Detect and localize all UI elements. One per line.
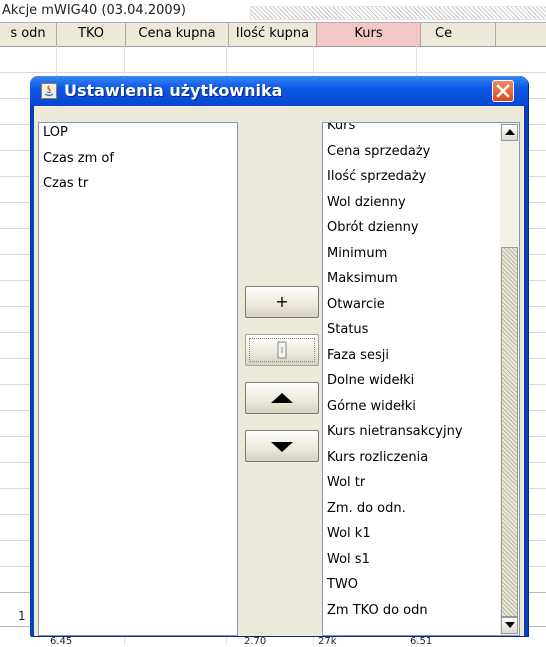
list-item[interactable]: Wol tr [323, 470, 500, 496]
list-item[interactable]: Dolne widełki [323, 368, 500, 394]
column-header-kurs[interactable]: Kurs [317, 23, 421, 46]
scroll-up-icon [505, 129, 515, 135]
cell-value: 2.70 [244, 636, 267, 647]
list-item[interactable]: LOP [39, 120, 237, 146]
close-button[interactable] [492, 80, 514, 102]
add-button[interactable]: + [245, 286, 319, 318]
background-window-title: Akcje mWIG40 (03.04.2009) [2, 3, 186, 18]
list-item[interactable]: Minimum [323, 241, 500, 267]
list-item[interactable]: Wol dzienny [323, 190, 500, 216]
dialog-title: Ustawienia użytkownika [64, 81, 283, 100]
row-number: 1 [18, 609, 26, 623]
column-header-tko[interactable]: TKO [57, 23, 126, 46]
scrollbar-thumb[interactable] [501, 247, 518, 617]
list-item[interactable]: Kurs rozliczenia [323, 445, 500, 471]
vertical-scrollbar[interactable] [500, 122, 520, 636]
cell-value: 6.51 [410, 636, 433, 647]
list-item[interactable]: Zm. do odn. [323, 496, 500, 522]
list-item[interactable]: Kurs [323, 123, 500, 139]
java-icon [41, 83, 57, 99]
list-item[interactable]: Cena sprzedaży [323, 139, 500, 165]
dialog-content: LOP Czas zm of Czas tr + Kurs Cena sprze… [34, 106, 524, 636]
list-item[interactable]: Wol s1 [323, 547, 500, 573]
background-window-titlebar: Akcje mWIG40 (03.04.2009) [0, 0, 546, 22]
move-down-button[interactable] [245, 430, 319, 462]
arrow-up-icon [271, 393, 293, 403]
close-icon [496, 84, 510, 98]
selected-columns-list[interactable]: LOP Czas zm of Czas tr [38, 122, 238, 636]
list-item[interactable]: Czas tr [39, 171, 237, 197]
move-up-button[interactable] [245, 382, 319, 414]
scroll-down-button[interactable] [501, 617, 518, 634]
table-row [0, 72, 546, 73]
cell-value: 27k [318, 636, 337, 647]
list-item[interactable]: TWO [323, 572, 500, 598]
user-settings-dialog: Ustawienia użytkownika LOP Czas zm of Cz… [30, 76, 528, 636]
scroll-up-button[interactable] [501, 124, 518, 141]
list-item[interactable]: Zm TKO do odn [323, 598, 500, 624]
list-item[interactable]: Obrót dzienny [323, 215, 500, 241]
list-item[interactable]: Maksimum [323, 266, 500, 292]
dialog-titlebar[interactable]: Ustawienia użytkownika [30, 76, 528, 106]
column-header-ce[interactable]: Ce [421, 23, 496, 46]
scroll-down-icon [505, 622, 515, 628]
titlebar-hatch [250, 6, 546, 20]
list-viewport: Kurs Cena sprzedaży Ilość sprzedaży Wol … [323, 123, 500, 624]
list-item[interactable]: Górne widełki [323, 394, 500, 420]
list-item[interactable]: Kurs nietransakcyjny [323, 419, 500, 445]
cell-value: 6.45 [50, 636, 73, 647]
arrow-down-icon [271, 442, 293, 452]
list-item[interactable]: Wol k1 [323, 521, 500, 547]
column-header-s-odn[interactable]: s odn [0, 23, 57, 46]
remove-icon [277, 341, 287, 359]
list-item[interactable]: Otwarcie [323, 292, 500, 318]
list-item[interactable]: Faza sesji [323, 343, 500, 369]
list-item[interactable]: Ilość sprzedaży [323, 164, 500, 190]
column-header-ilosc-kupna[interactable]: Ilość kupna [229, 23, 317, 46]
remove-button[interactable] [245, 334, 319, 366]
list-item[interactable]: Czas zm of [39, 146, 237, 172]
available-columns-list[interactable]: Kurs Cena sprzedaży Ilość sprzedaży Wol … [322, 122, 500, 636]
list-item[interactable]: Status [323, 317, 500, 343]
column-header-cena-kupna[interactable]: Cena kupna [126, 23, 229, 46]
table-header: s odn TKO Cena kupna Ilość kupna Kurs Ce [0, 22, 546, 47]
